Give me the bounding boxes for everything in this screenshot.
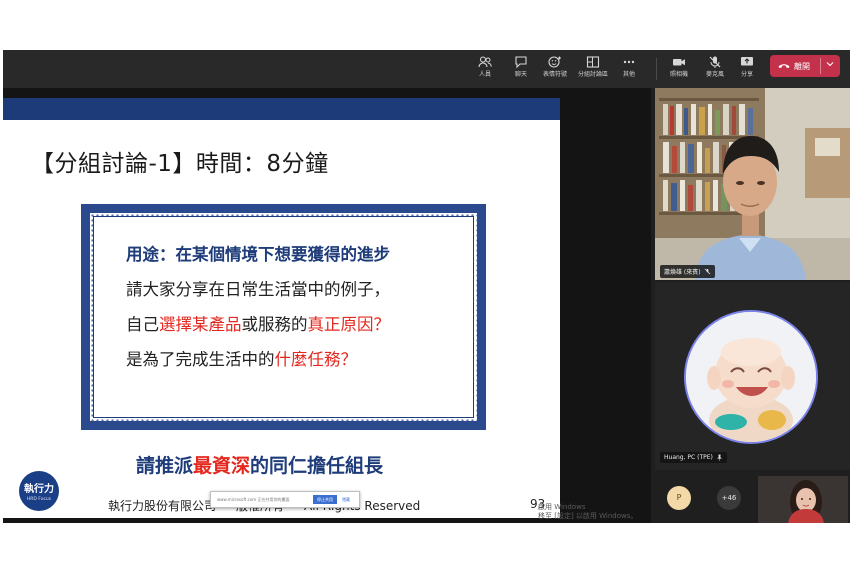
leave-label: 離開 xyxy=(794,61,810,71)
line3-part-a: 是為了完成生活中的 xyxy=(126,350,275,369)
assign-part-c: 的同仁擔任組長 xyxy=(250,455,384,477)
meeting-toolbar: 人員 聊天 表情符號 分組討論區 其他 照相機 麥克風 分享 離開 xyxy=(3,50,850,88)
line2-part-a: 自己 xyxy=(126,315,159,334)
content-line-3: 是為了完成生活中的什麼任務？ xyxy=(126,342,390,377)
camera-icon xyxy=(673,59,685,66)
host-avatar-tile[interactable]: Huang, PC (TPE) xyxy=(655,282,850,470)
host-nameplate: Huang, PC (TPE) xyxy=(660,452,727,463)
participant-p-avatar[interactable]: P xyxy=(667,486,691,510)
watermark-line-1: 啟用 Windows xyxy=(538,503,586,511)
people-button[interactable]: 人員 xyxy=(465,53,505,85)
camera-button[interactable]: 照相機 xyxy=(659,53,699,85)
hide-notice-link[interactable]: 隱藏 xyxy=(342,497,350,503)
reactions-button[interactable]: 表情符號 xyxy=(535,53,575,85)
presenter-video-tile[interactable]: 蕭煥雄 (來賓) xyxy=(655,88,850,280)
presenter-name: 蕭煥雄 (來賓) xyxy=(664,269,701,276)
presenter-nameplate: 蕭煥雄 (來賓) xyxy=(660,265,715,278)
leave-button[interactable]: 離開 xyxy=(770,55,840,77)
breakout-rooms-label: 分組討論區 xyxy=(577,71,608,78)
usage-heading: 用途：在某個情境下想要獲得的進步 xyxy=(126,245,390,264)
breakout-rooms-icon xyxy=(586,56,600,68)
assign-part-a: 請推派 xyxy=(136,455,194,477)
share-label: 分享 xyxy=(740,71,753,78)
host-profile-picture xyxy=(684,310,818,444)
slide-title: 【分組討論-1】時間：8分鐘 xyxy=(31,151,329,177)
pin-icon xyxy=(717,454,722,461)
hang-up-icon xyxy=(778,64,790,69)
more-participants-button[interactable]: +46 xyxy=(717,486,741,510)
share-screen-icon xyxy=(741,57,753,66)
line2-highlight-product: 選擇某產品 xyxy=(159,315,242,334)
logo-main-text: 執行力 xyxy=(24,484,54,495)
content-frame: 用途：在某個情境下想要獲得的進步 請大家分享在日常生活當中的例子， 自己選擇某產… xyxy=(81,204,486,430)
content-text: 用途：在某個情境下想要獲得的進步 請大家分享在日常生活當中的例子， 自己選擇某產… xyxy=(126,237,390,377)
windows-activation-watermark: 啟用 Windows 移至 [設定] 以啟用 Windows。 xyxy=(538,503,637,521)
line2-highlight-reason: 真正原因？ xyxy=(307,315,391,334)
teams-meeting-window: 人員 聊天 表情符號 分組討論區 其他 照相機 麥克風 分享 離開 【分組討論-… xyxy=(3,50,850,523)
content-line-2: 自己選擇某產品或服務的真正原因？ xyxy=(126,307,390,342)
laughing-buddha-figurine-image xyxy=(686,312,816,442)
shared-screen-area: 【分組討論-1】時間：8分鐘 用途：在某個情境下想要獲得的進步 請大家分享在日常… xyxy=(3,88,651,523)
reactions-icon xyxy=(548,56,561,68)
mic-muted-icon xyxy=(709,56,721,68)
content-line-1: 請大家分享在日常生活當中的例子， xyxy=(126,280,390,299)
slide-header-bar xyxy=(3,98,560,120)
line2-part-c: 或服務的 xyxy=(241,315,308,334)
leave-separator xyxy=(820,58,821,74)
participant-video-thumbnail[interactable] xyxy=(758,476,848,523)
logo-sub-text: HRD Focus xyxy=(26,497,52,502)
footer-company: 執行力股份有限公司 xyxy=(108,499,217,513)
breakout-rooms-button[interactable]: 分組討論區 xyxy=(573,53,613,85)
camera-label: 照相機 xyxy=(669,71,688,78)
stop-sharing-button[interactable]: 停止共用 xyxy=(313,495,337,504)
assign-highlight-senior: 最資深 xyxy=(193,455,251,477)
assign-leader-text: 請推派最資深的同仁擔任組長 xyxy=(136,451,383,478)
line3-highlight-task: 什麼任務？ xyxy=(274,350,358,369)
toolbar-divider xyxy=(656,58,657,80)
participants-overflow-row: P +46 xyxy=(655,472,850,523)
chevron-down-icon[interactable] xyxy=(826,61,834,67)
sharing-notification-bar: www.microsoft.com 正在共用你的畫面 停止共用 隱藏 xyxy=(210,491,360,508)
sharing-notice-text: www.microsoft.com 正在共用你的畫面 xyxy=(217,496,290,502)
more-button[interactable]: 其他 xyxy=(609,53,649,85)
chat-icon xyxy=(515,56,527,69)
people-icon xyxy=(478,56,492,68)
host-name: Huang, PC (TPE) xyxy=(664,454,713,461)
content-frame-inner: 用途：在某個情境下想要獲得的進步 請大家分享在日常生活當中的例子， 自己選擇某產… xyxy=(93,216,474,418)
share-button[interactable]: 分享 xyxy=(727,53,767,85)
reactions-label: 表情符號 xyxy=(542,71,567,78)
presenter-video xyxy=(655,88,850,280)
participant-video-woman xyxy=(758,476,848,523)
people-label: 人員 xyxy=(478,71,491,78)
mic-off-small-icon xyxy=(704,268,710,275)
company-logo: 執行力 HRD Focus xyxy=(19,471,59,511)
more-label: 其他 xyxy=(622,71,635,78)
more-icon xyxy=(623,60,635,64)
watermark-line-2: 移至 [設定] 以啟用 Windows。 xyxy=(538,512,638,520)
presentation-slide: 【分組討論-1】時間：8分鐘 用途：在某個情境下想要獲得的進步 請大家分享在日常… xyxy=(3,98,560,518)
